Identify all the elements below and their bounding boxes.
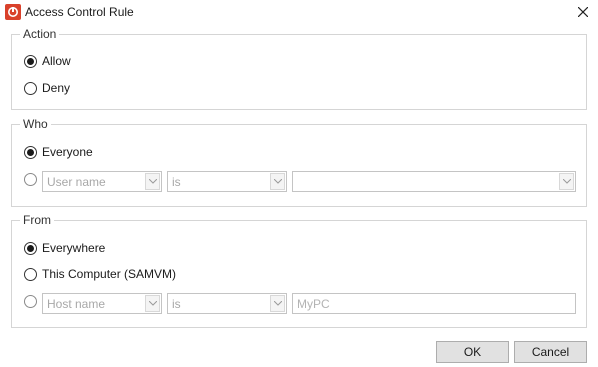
cancel-button[interactable]: Cancel — [514, 341, 587, 363]
host-name-dropdown-text: Host name — [47, 297, 106, 311]
action-group: Action Allow Deny — [11, 27, 587, 110]
host-operator-dropdown[interactable]: is — [167, 293, 287, 314]
custom-user-radio[interactable] — [24, 173, 37, 186]
deny-radio[interactable] — [24, 82, 37, 95]
this-computer-radio[interactable] — [24, 268, 37, 281]
host-value-placeholder: MyPC — [297, 297, 330, 311]
chevron-down-icon — [145, 173, 160, 190]
this-computer-label: This Computer (SAMVM) — [42, 267, 177, 281]
action-group-legend: Action — [20, 27, 60, 41]
chevron-down-icon — [145, 295, 160, 312]
custom-host-radio-option[interactable] — [24, 294, 40, 310]
user-name-dropdown-text: User name — [47, 175, 106, 189]
host-name-dropdown[interactable]: Host name — [42, 293, 162, 314]
deny-label: Deny — [42, 81, 71, 95]
everywhere-radio[interactable] — [24, 242, 37, 255]
from-group-legend: From — [20, 213, 54, 227]
host-operator-dropdown-text: is — [172, 297, 181, 311]
host-value-input[interactable]: MyPC — [292, 293, 576, 314]
allow-radio[interactable] — [24, 55, 37, 68]
user-operator-dropdown-text: is — [172, 175, 181, 189]
ok-button[interactable]: OK — [436, 341, 509, 363]
everyone-radio-option[interactable]: Everyone — [24, 145, 124, 161]
who-group-legend: Who — [20, 117, 51, 131]
allow-radio-option[interactable]: Allow — [24, 54, 104, 70]
everywhere-radio-option[interactable]: Everywhere — [24, 241, 134, 257]
allow-label: Allow — [42, 54, 71, 68]
who-group: Who Everyone User name is — [11, 117, 587, 207]
user-operator-dropdown[interactable]: is — [167, 171, 287, 192]
close-icon — [578, 7, 588, 17]
chevron-down-icon — [270, 173, 285, 190]
everyone-label: Everyone — [42, 145, 93, 159]
chevron-down-icon — [270, 295, 285, 312]
everywhere-label: Everywhere — [42, 241, 106, 255]
custom-host-radio[interactable] — [24, 295, 37, 308]
this-computer-radio-option[interactable]: This Computer (SAMVM) — [24, 267, 204, 283]
from-group: From Everywhere This Computer (SAMVM) Ho… — [11, 213, 587, 328]
close-button[interactable] — [573, 2, 593, 22]
deny-radio-option[interactable]: Deny — [24, 81, 104, 97]
chevron-down-icon — [559, 173, 574, 190]
user-name-dropdown[interactable]: User name — [42, 171, 162, 192]
custom-user-radio-option[interactable] — [24, 172, 40, 188]
app-logo-icon — [5, 4, 21, 20]
title-bar: Access Control Rule — [0, 0, 598, 26]
user-value-dropdown[interactable] — [292, 171, 576, 192]
everyone-radio[interactable] — [24, 146, 37, 159]
window-title: Access Control Rule — [25, 5, 134, 19]
